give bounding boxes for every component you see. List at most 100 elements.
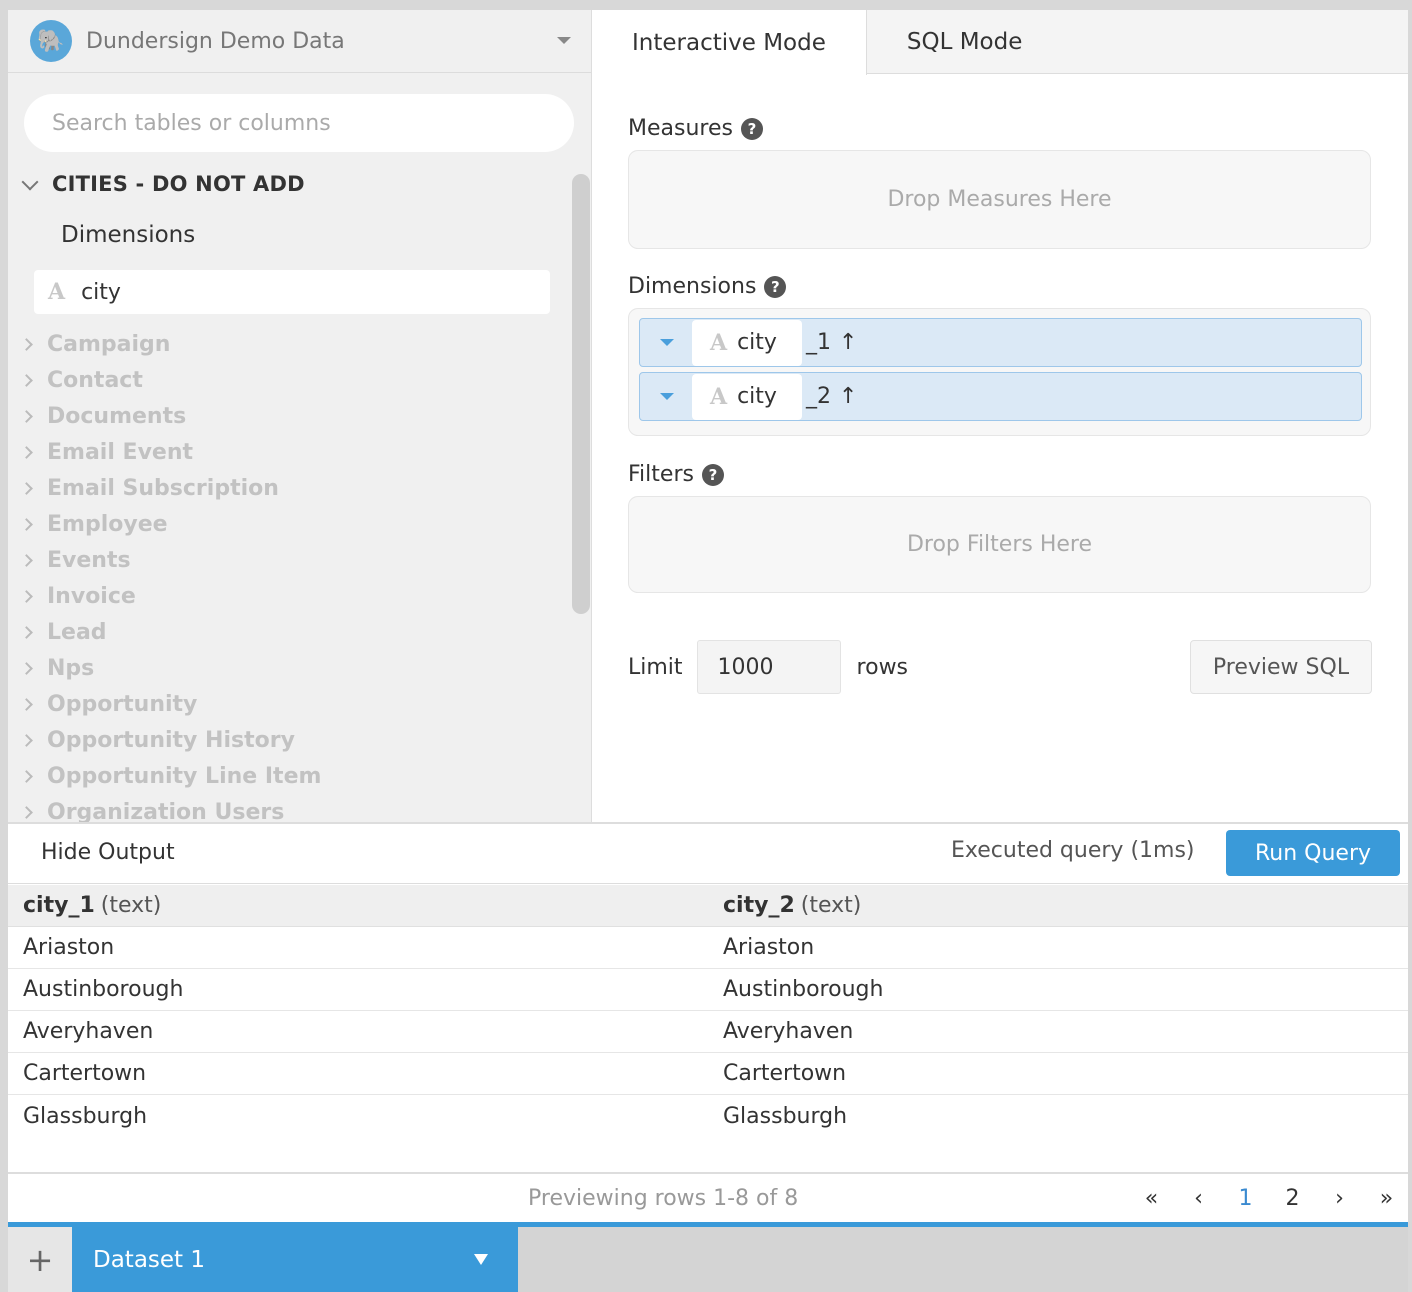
output-toolbar: Hide Output Executed query (1ms) Run Que… (8, 822, 1408, 884)
table-item[interactable]: Documents (20, 398, 321, 434)
table-item[interactable]: Email Subscription (20, 470, 321, 506)
dimension-row[interactable]: A city _1 ↑ (639, 318, 1362, 367)
help-icon[interactable]: ? (740, 117, 763, 140)
table-list: Campaign Contact Documents Email Event E… (20, 326, 321, 822)
chevron-down-icon (557, 37, 571, 44)
rows-label: rows (856, 654, 909, 680)
caret-down-icon[interactable] (474, 1254, 488, 1265)
table-item[interactable]: Opportunity (20, 686, 321, 722)
help-icon[interactable]: ? (701, 463, 724, 486)
pagination: « ‹ 1 2 › » (1128, 1186, 1410, 1211)
chevron-right-icon (20, 481, 33, 495)
table-item[interactable]: Organization Users (20, 794, 321, 822)
table-row: Averyhaven Averyhaven (8, 1011, 1408, 1053)
column-header[interactable]: city_1 (text) (8, 893, 708, 918)
chevron-right-icon (20, 733, 33, 747)
table-cell: Averyhaven (723, 1019, 854, 1044)
dimension-alias: _1 (806, 330, 831, 355)
preview-sql-button[interactable]: Preview SQL (1190, 640, 1372, 694)
table-row: Cartertown Cartertown (8, 1053, 1408, 1095)
text-type-icon: A (710, 383, 728, 410)
run-query-button[interactable]: Run Query (1226, 830, 1400, 876)
chevron-right-icon (20, 589, 33, 603)
table-cell: Averyhaven (23, 1019, 154, 1044)
query-builder: Interactive Mode SQL Mode Measures ? Dro… (592, 10, 1408, 822)
field-item-city[interactable]: A city (34, 270, 550, 314)
chevron-right-icon (20, 553, 33, 567)
table-group-title: CITIES - DO NOT ADD (52, 172, 305, 196)
schema-panel: 🐘 Dundersign Demo Data CITIES - DO NOT A… (8, 10, 591, 822)
table-cell: Ariaston (23, 935, 115, 960)
hide-output-button[interactable]: Hide Output (41, 840, 175, 865)
table-cell: Cartertown (723, 1061, 847, 1086)
table-item[interactable]: Email Event (20, 434, 321, 470)
filters-dropzone[interactable]: Drop Filters Here (628, 496, 1371, 593)
table-item[interactable]: Nps (20, 650, 321, 686)
search-input[interactable] (24, 94, 574, 152)
chevron-right-icon (20, 337, 33, 351)
caret-down-icon[interactable] (660, 393, 674, 400)
table-item[interactable]: Campaign (20, 326, 321, 362)
dimension-pill[interactable]: A city (692, 319, 802, 366)
table-item[interactable]: Employee (20, 506, 321, 542)
filters-label: Filters ? (628, 462, 724, 487)
app-frame: 🐘 Dundersign Demo Data CITIES - DO NOT A… (8, 10, 1408, 1292)
sort-asc-icon[interactable]: ↑ (839, 384, 857, 409)
table-item[interactable]: Opportunity History (20, 722, 321, 758)
field-label: city (81, 279, 121, 305)
text-type-icon: A (48, 279, 66, 305)
tab-interactive-mode[interactable]: Interactive Mode (592, 10, 867, 75)
results-footer: Previewing rows 1-8 of 8 « ‹ 1 2 › » (8, 1172, 1408, 1222)
dimensions-dropzone[interactable]: A city _1 ↑ A city _2 ↑ (628, 308, 1371, 436)
dimension-row[interactable]: A city _2 ↑ (639, 372, 1362, 421)
execution-status: Executed query (1ms) (951, 838, 1195, 863)
limit-row: Limit rows (628, 640, 908, 694)
table-row: Ariaston Ariaston (8, 927, 1408, 969)
mode-tabs: Interactive Mode SQL Mode (592, 10, 1408, 75)
help-icon[interactable]: ? (764, 275, 787, 298)
datasource-select[interactable]: 🐘 Dundersign Demo Data (8, 10, 591, 73)
table-item[interactable]: Invoice (20, 578, 321, 614)
dimension-alias: _2 (806, 384, 831, 409)
chevron-right-icon (20, 697, 33, 711)
schema-scrollbar[interactable] (572, 174, 590, 614)
add-dataset-button[interactable]: + (8, 1227, 72, 1292)
table-group-toggle[interactable]: CITIES - DO NOT ADD (21, 172, 305, 196)
measures-dropzone[interactable]: Drop Measures Here (628, 150, 1371, 249)
table-item[interactable]: Lead (20, 614, 321, 650)
page-1-button[interactable]: 1 (1222, 1186, 1269, 1211)
table-header: city_1 (text) city_2 (text) (8, 885, 1408, 927)
last-page-button[interactable]: » (1363, 1186, 1410, 1211)
table-item[interactable]: Contact (20, 362, 321, 398)
prev-page-button[interactable]: ‹ (1175, 1186, 1222, 1211)
postgres-elephant-icon: 🐘 (30, 20, 72, 62)
table-item[interactable]: Opportunity Line Item (20, 758, 321, 794)
tab-sql-mode[interactable]: SQL Mode (867, 10, 1063, 74)
table-item[interactable]: Events (20, 542, 321, 578)
dataset-tab[interactable]: Dataset 1 (72, 1227, 518, 1292)
previewing-rows-text: Previewing rows 1-8 of 8 (528, 1186, 799, 1211)
chevron-right-icon (20, 805, 33, 819)
table-cell: Glassburgh (23, 1103, 148, 1129)
column-header[interactable]: city_2 (text) (708, 893, 1408, 918)
dimension-pill[interactable]: A city (692, 373, 802, 420)
chevron-right-icon (20, 373, 33, 387)
dataset-tab-label: Dataset 1 (93, 1246, 206, 1273)
chevron-right-icon (20, 517, 33, 531)
table-cell: Austinborough (723, 977, 884, 1002)
caret-down-icon[interactable] (660, 339, 674, 346)
first-page-button[interactable]: « (1128, 1186, 1175, 1211)
next-page-button[interactable]: › (1316, 1186, 1363, 1211)
table-row: Austinborough Austinborough (8, 969, 1408, 1011)
table-row: Glassburgh Glassburgh (8, 1095, 1408, 1137)
sort-asc-icon[interactable]: ↑ (839, 330, 857, 355)
limit-label: Limit (628, 654, 683, 680)
results-table: city_1 (text) city_2 (text) Ariaston Arias… (8, 885, 1408, 1137)
limit-input[interactable] (696, 640, 841, 694)
table-cell: Cartertown (23, 1061, 147, 1086)
table-cell: Glassburgh (723, 1103, 848, 1129)
table-cell: Ariaston (723, 935, 815, 960)
chevron-right-icon (20, 445, 33, 459)
dataset-tabs-bar: + Dataset 1 (8, 1222, 1408, 1292)
page-2-button[interactable]: 2 (1269, 1186, 1316, 1211)
